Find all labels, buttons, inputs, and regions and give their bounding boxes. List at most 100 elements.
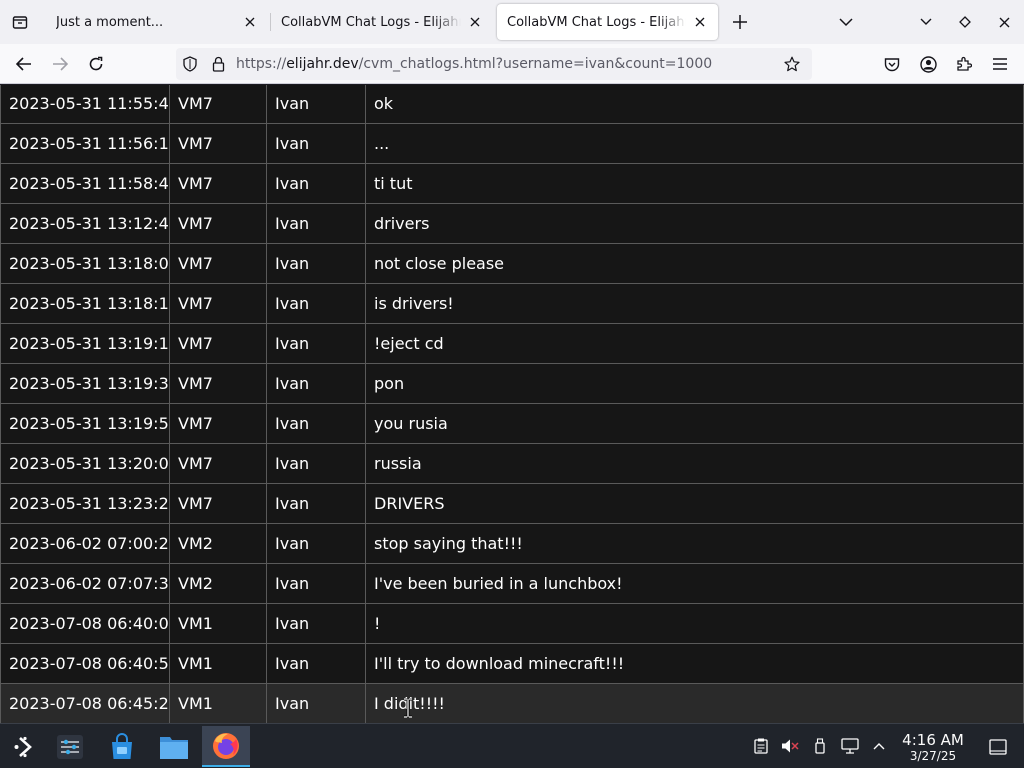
launcher-icon [14, 736, 32, 757]
taskbar-system-settings[interactable] [46, 726, 94, 767]
extensions-button[interactable] [948, 48, 980, 80]
chat-log-user-cell: Ivan [266, 523, 366, 564]
chat-log-date-cell: 2023-05-31 13:19:58 [0, 403, 170, 444]
taskbar: 4:16 AM 3/27/25 [0, 723, 1024, 768]
chat-log-vm-cell: VM7 [169, 123, 267, 164]
tab-chat-logs-1[interactable]: CollabVM Chat Logs - Elijahr's [271, 4, 493, 40]
firefox-icon [213, 732, 239, 759]
table-row: 2023-05-31 13:19:37 VM7 Ivan pon [0, 363, 1024, 404]
url-text[interactable]: https://elijahr.dev/cvm_chatlogs.html?us… [236, 56, 712, 72]
folder-icon [160, 736, 188, 759]
window-maximize-button[interactable] [949, 6, 981, 38]
chat-log-date-cell: 2023-05-31 13:18:00 [0, 243, 170, 284]
discover-store-icon [112, 732, 132, 759]
close-icon [999, 17, 1009, 27]
chat-log-user-cell: Ivan [266, 403, 366, 444]
chat-log-date-cell: 2023-05-31 11:56:15 [0, 123, 170, 164]
chevron-down-icon [839, 18, 853, 27]
reload-icon [89, 56, 103, 71]
removable-device-tray-icon[interactable] [808, 734, 832, 758]
close-icon[interactable] [467, 14, 483, 30]
digital-clock[interactable]: 4:16 AM 3/27/25 [896, 732, 970, 764]
table-row: 2023-05-31 11:56:15 VM7 Ivan... [0, 123, 1024, 164]
minimize-icon [920, 18, 932, 25]
chat-log-message-cell: pon [365, 363, 1024, 404]
url-host: elijahr.dev [286, 56, 359, 72]
table-row: 2023-07-08 06:40:05 VM1 Ivan! [0, 603, 1024, 644]
taskbar-file-manager[interactable] [150, 726, 198, 767]
chat-log-date-cell: 2023-05-31 13:23:21 [0, 483, 170, 524]
page-content: 2023-05-31 11:55:48 VM7 Ivan ok 2023-05-31 1… [0, 85, 1024, 723]
new-tab-button[interactable] [724, 6, 756, 38]
table-row: 2023-05-31 13:19:58 VM7 Ivan you rusia [0, 403, 1024, 444]
bookmark-star-icon[interactable] [778, 48, 806, 80]
taskbar-discover[interactable] [98, 726, 146, 767]
settings-sliders-icon [57, 734, 83, 759]
chat-log-date-cell: 2023-06-02 07:00:24 [0, 523, 170, 564]
chat-log-date-cell: 2023-07-08 06:40:05 [0, 603, 170, 644]
chat-log-vm-cell: VM7 [169, 483, 267, 524]
back-button[interactable] [8, 48, 40, 80]
show-desktop-icon [989, 739, 1007, 755]
chat-log-vm-cell: VM7 [169, 85, 267, 124]
forward-button[interactable] [44, 48, 76, 80]
tab-just-a-moment[interactable]: Just a moment... [46, 4, 268, 40]
chat-log-message-cell: DRIVERS [365, 483, 1024, 524]
url-path: /cvm_chatlogs.html?username=ivan&count=1… [358, 56, 713, 72]
chat-log-message-cell: I'll try to download minecraft!!! [365, 643, 1024, 684]
chat-log-user-cell: Ivan [266, 563, 366, 604]
application-launcher-button[interactable] [0, 726, 48, 767]
table-row: 2023-05-31 13:23:21 VM7 Ivan DRIVERS [0, 483, 1024, 524]
chat-log-user-cell: Ivan [266, 683, 366, 723]
chat-log-vm-cell: VM7 [169, 323, 267, 364]
close-icon[interactable] [692, 14, 708, 30]
list-all-tabs-button[interactable] [830, 6, 862, 38]
url-bar[interactable]: https://elijahr.dev/cvm_chatlogs.html?us… [176, 48, 812, 80]
table-row: 2023-05-31 11:55:48 VM7 Ivan ok [0, 85, 1024, 124]
hamburger-menu-icon [993, 58, 1007, 70]
table-row: 2023-05-31 13:19:15 VM7 Ivan !eject cd [0, 323, 1024, 364]
firefox-view-button[interactable] [0, 0, 40, 44]
account-button[interactable] [912, 48, 944, 80]
app-menu-button[interactable] [984, 48, 1016, 80]
pocket-button[interactable] [876, 48, 908, 80]
puzzle-icon [957, 56, 972, 71]
table-row: 2023-05-31 13:20:03 VM7 Ivan russia [0, 443, 1024, 484]
arrow-right-icon [53, 57, 68, 71]
table-row: 2023-07-08 06:45:24 VM1 Ivan I didit!!!! [0, 683, 1024, 723]
tab-chat-logs-active[interactable]: CollabVM Chat Logs - Elijahr's [497, 4, 718, 40]
window-minimize-button[interactable] [910, 6, 942, 38]
tab-title: CollabVM Chat Logs - Elijahr's [507, 14, 686, 30]
chat-log-message-cell: I didit!!!! [365, 683, 1024, 723]
taskbar-firefox[interactable] [202, 726, 250, 767]
browser-navigation-bar: https://elijahr.dev/cvm_chatlogs.html?us… [0, 44, 1024, 84]
chat-log-vm-cell: VM1 [169, 683, 267, 723]
chat-log-user-cell: Ivan [266, 85, 366, 124]
chat-log-date-cell: 2023-07-08 06:45:24 [0, 683, 170, 723]
table-row: 2023-07-08 06:40:51 VM1 Ivan I'll try to do… [0, 643, 1024, 684]
pocket-icon [884, 57, 900, 71]
show-desktop-button[interactable] [984, 736, 1012, 758]
network-wired-tray-icon[interactable] [838, 734, 862, 758]
volume-muted-tray-icon[interactable] [778, 734, 802, 758]
chat-log-date-cell: 2023-07-08 06:40:51 [0, 643, 170, 684]
firefox-view-icon [12, 16, 28, 29]
reload-button[interactable] [80, 48, 112, 80]
table-row: 2023-06-02 07:07:32 VM2 Ivan I've been buri… [0, 563, 1024, 604]
chat-log-vm-cell: VM1 [169, 643, 267, 684]
close-icon[interactable] [242, 14, 258, 30]
chat-log-message-cell: stop saying that!!! [365, 523, 1024, 564]
tracking-protection-shield-icon[interactable] [176, 48, 204, 80]
table-row: 2023-05-31 13:18:00 VM7 Ivan not close plea… [0, 243, 1024, 284]
chat-log-vm-cell: VM7 [169, 243, 267, 284]
chat-log-date-cell: 2023-05-31 13:20:03 [0, 443, 170, 484]
lock-icon[interactable] [204, 48, 232, 80]
window-close-button[interactable] [988, 6, 1020, 38]
plus-icon [733, 15, 747, 29]
chat-log-vm-cell: VM7 [169, 283, 267, 324]
show-hidden-icons-chevron-up-icon[interactable] [867, 734, 891, 758]
url-scheme: https:// [236, 56, 287, 72]
chat-log-message-cell: not close please [365, 243, 1024, 284]
clipboard-tray-icon[interactable] [749, 734, 773, 758]
account-icon [919, 55, 937, 73]
